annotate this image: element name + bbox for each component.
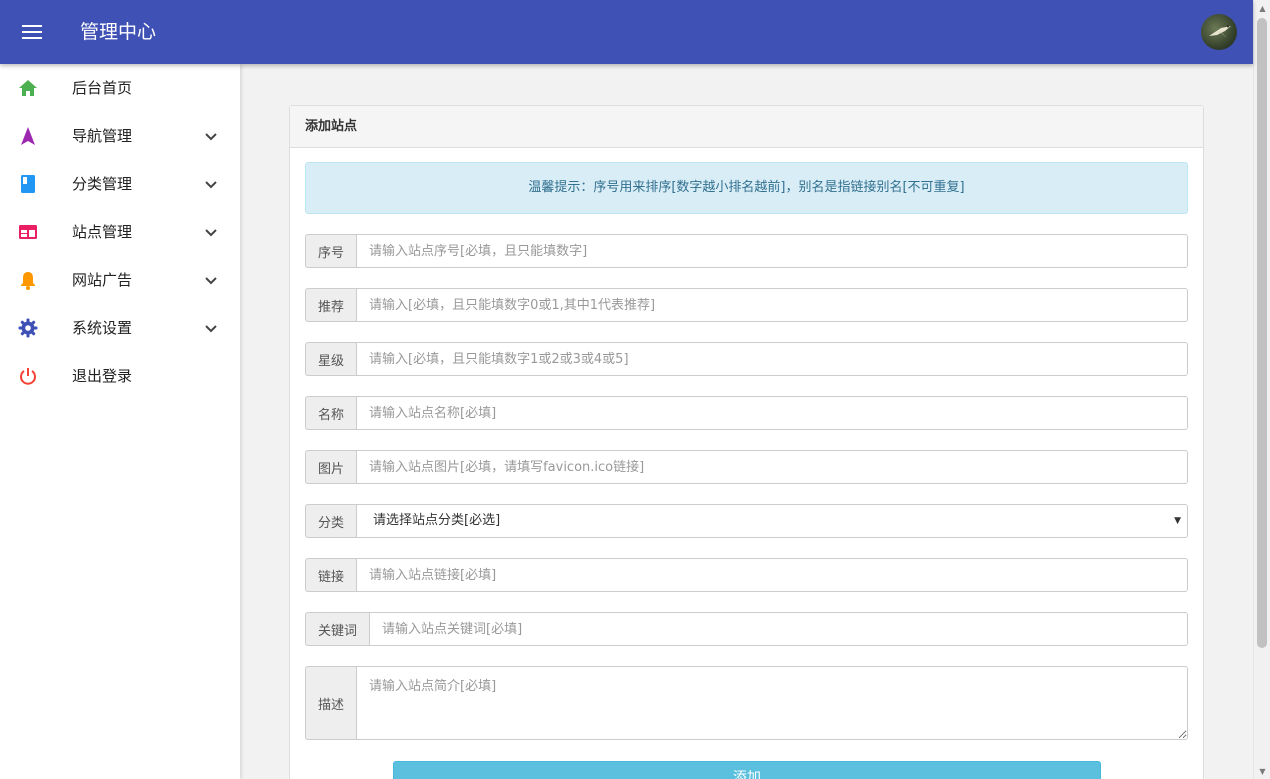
stars-input[interactable]	[356, 342, 1188, 376]
app-title: 管理中心	[80, 21, 157, 43]
sort-input[interactable]	[356, 234, 1188, 268]
keywords-label: 关键词	[305, 612, 370, 646]
sidebar-item-ads[interactable]: 网站广告	[0, 256, 240, 304]
sidebar-item-settings[interactable]: 系统设置	[0, 304, 240, 352]
keywords-form-group: 关键词	[305, 612, 1188, 646]
category-selected-value: 请选择站点分类[必选]	[373, 513, 501, 528]
info-notice: 温馨提示：序号用来排序[数字越小排名越前]，别名是指链接别名[不可重复]	[305, 162, 1188, 214]
chevron-down-icon[interactable]	[203, 272, 219, 288]
sidebar-item-sites[interactable]: 站点管理	[0, 208, 240, 256]
sidebar-item-label: 站点管理	[72, 223, 133, 241]
sidebar-item-label: 分类管理	[72, 175, 133, 193]
sidebar-item-navigation[interactable]: 导航管理	[0, 112, 240, 160]
sidebar-item-label: 导航管理	[72, 127, 133, 145]
name-form-group: 名称	[305, 396, 1188, 430]
sort-label: 序号	[305, 234, 357, 268]
home-icon	[18, 78, 38, 98]
description-label: 描述	[305, 666, 357, 740]
avatar-bird-icon	[1209, 25, 1231, 38]
caret-down-icon: ▼	[1174, 516, 1181, 526]
link-input[interactable]	[356, 558, 1188, 592]
image-label: 图片	[305, 450, 357, 484]
page-scrollbar[interactable]: ▲ ▼	[1253, 0, 1270, 779]
web-icon	[18, 222, 38, 242]
add-site-panel: 添加站点 温馨提示：序号用来排序[数字越小排名越前]，别名是指链接别名[不可重复…	[289, 105, 1204, 779]
sidebar-item-home[interactable]: 后台首页	[0, 64, 240, 112]
chevron-down-icon[interactable]	[203, 320, 219, 336]
user-avatar[interactable]	[1201, 14, 1237, 50]
top-app-bar: 管理中心	[0, 0, 1253, 64]
chevron-down-icon[interactable]	[203, 128, 219, 144]
sidebar-item-label: 退出登录	[72, 367, 133, 385]
bell-icon	[18, 270, 38, 290]
panel-title: 添加站点	[290, 106, 1203, 148]
name-input[interactable]	[356, 396, 1188, 430]
chevron-down-icon[interactable]	[203, 176, 219, 192]
sidebar-item-label: 系统设置	[72, 319, 133, 337]
description-form-group: 描述	[305, 666, 1188, 740]
image-input[interactable]	[356, 450, 1188, 484]
power-icon	[18, 366, 38, 386]
keywords-input[interactable]	[369, 612, 1188, 646]
sidebar-item-label: 网站广告	[72, 271, 133, 289]
sidebar-item-label: 后台首页	[72, 79, 133, 97]
recommend-form-group: 推荐	[305, 288, 1188, 322]
stars-form-group: 星级	[305, 342, 1188, 376]
link-label: 链接	[305, 558, 357, 592]
scroll-down-arrow-icon[interactable]: ▼	[1254, 763, 1270, 779]
add-site-submit-button[interactable]: 添加	[393, 761, 1101, 779]
navigation-icon	[18, 126, 38, 146]
hamburger-icon-line	[22, 25, 42, 27]
category-label: 分类	[305, 504, 357, 538]
chevron-down-icon[interactable]	[203, 224, 219, 240]
hamburger-menu-button[interactable]	[16, 18, 48, 46]
category-select[interactable]: 请选择站点分类[必选] ▼	[356, 504, 1188, 538]
sidebar-item-category[interactable]: 分类管理	[0, 160, 240, 208]
recommend-label: 推荐	[305, 288, 357, 322]
image-form-group: 图片	[305, 450, 1188, 484]
sidebar-nav: 后台首页 导航管理 分类管理 站点管理 网站广告 系统设置 退出登录	[0, 64, 240, 779]
hamburger-icon-line	[22, 37, 42, 39]
scroll-up-arrow-icon[interactable]: ▲	[1254, 0, 1270, 16]
sidebar-item-logout[interactable]: 退出登录	[0, 352, 240, 400]
category-form-group: 分类 请选择站点分类[必选] ▼	[305, 504, 1188, 538]
link-form-group: 链接	[305, 558, 1188, 592]
name-label: 名称	[305, 396, 357, 430]
recommend-input[interactable]	[356, 288, 1188, 322]
book-icon	[18, 174, 38, 194]
scroll-thumb[interactable]	[1257, 18, 1267, 648]
hamburger-icon-line	[22, 31, 42, 33]
description-textarea[interactable]	[356, 666, 1188, 740]
sort-form-group: 序号	[305, 234, 1188, 268]
stars-label: 星级	[305, 342, 357, 376]
gear-icon	[18, 318, 38, 338]
